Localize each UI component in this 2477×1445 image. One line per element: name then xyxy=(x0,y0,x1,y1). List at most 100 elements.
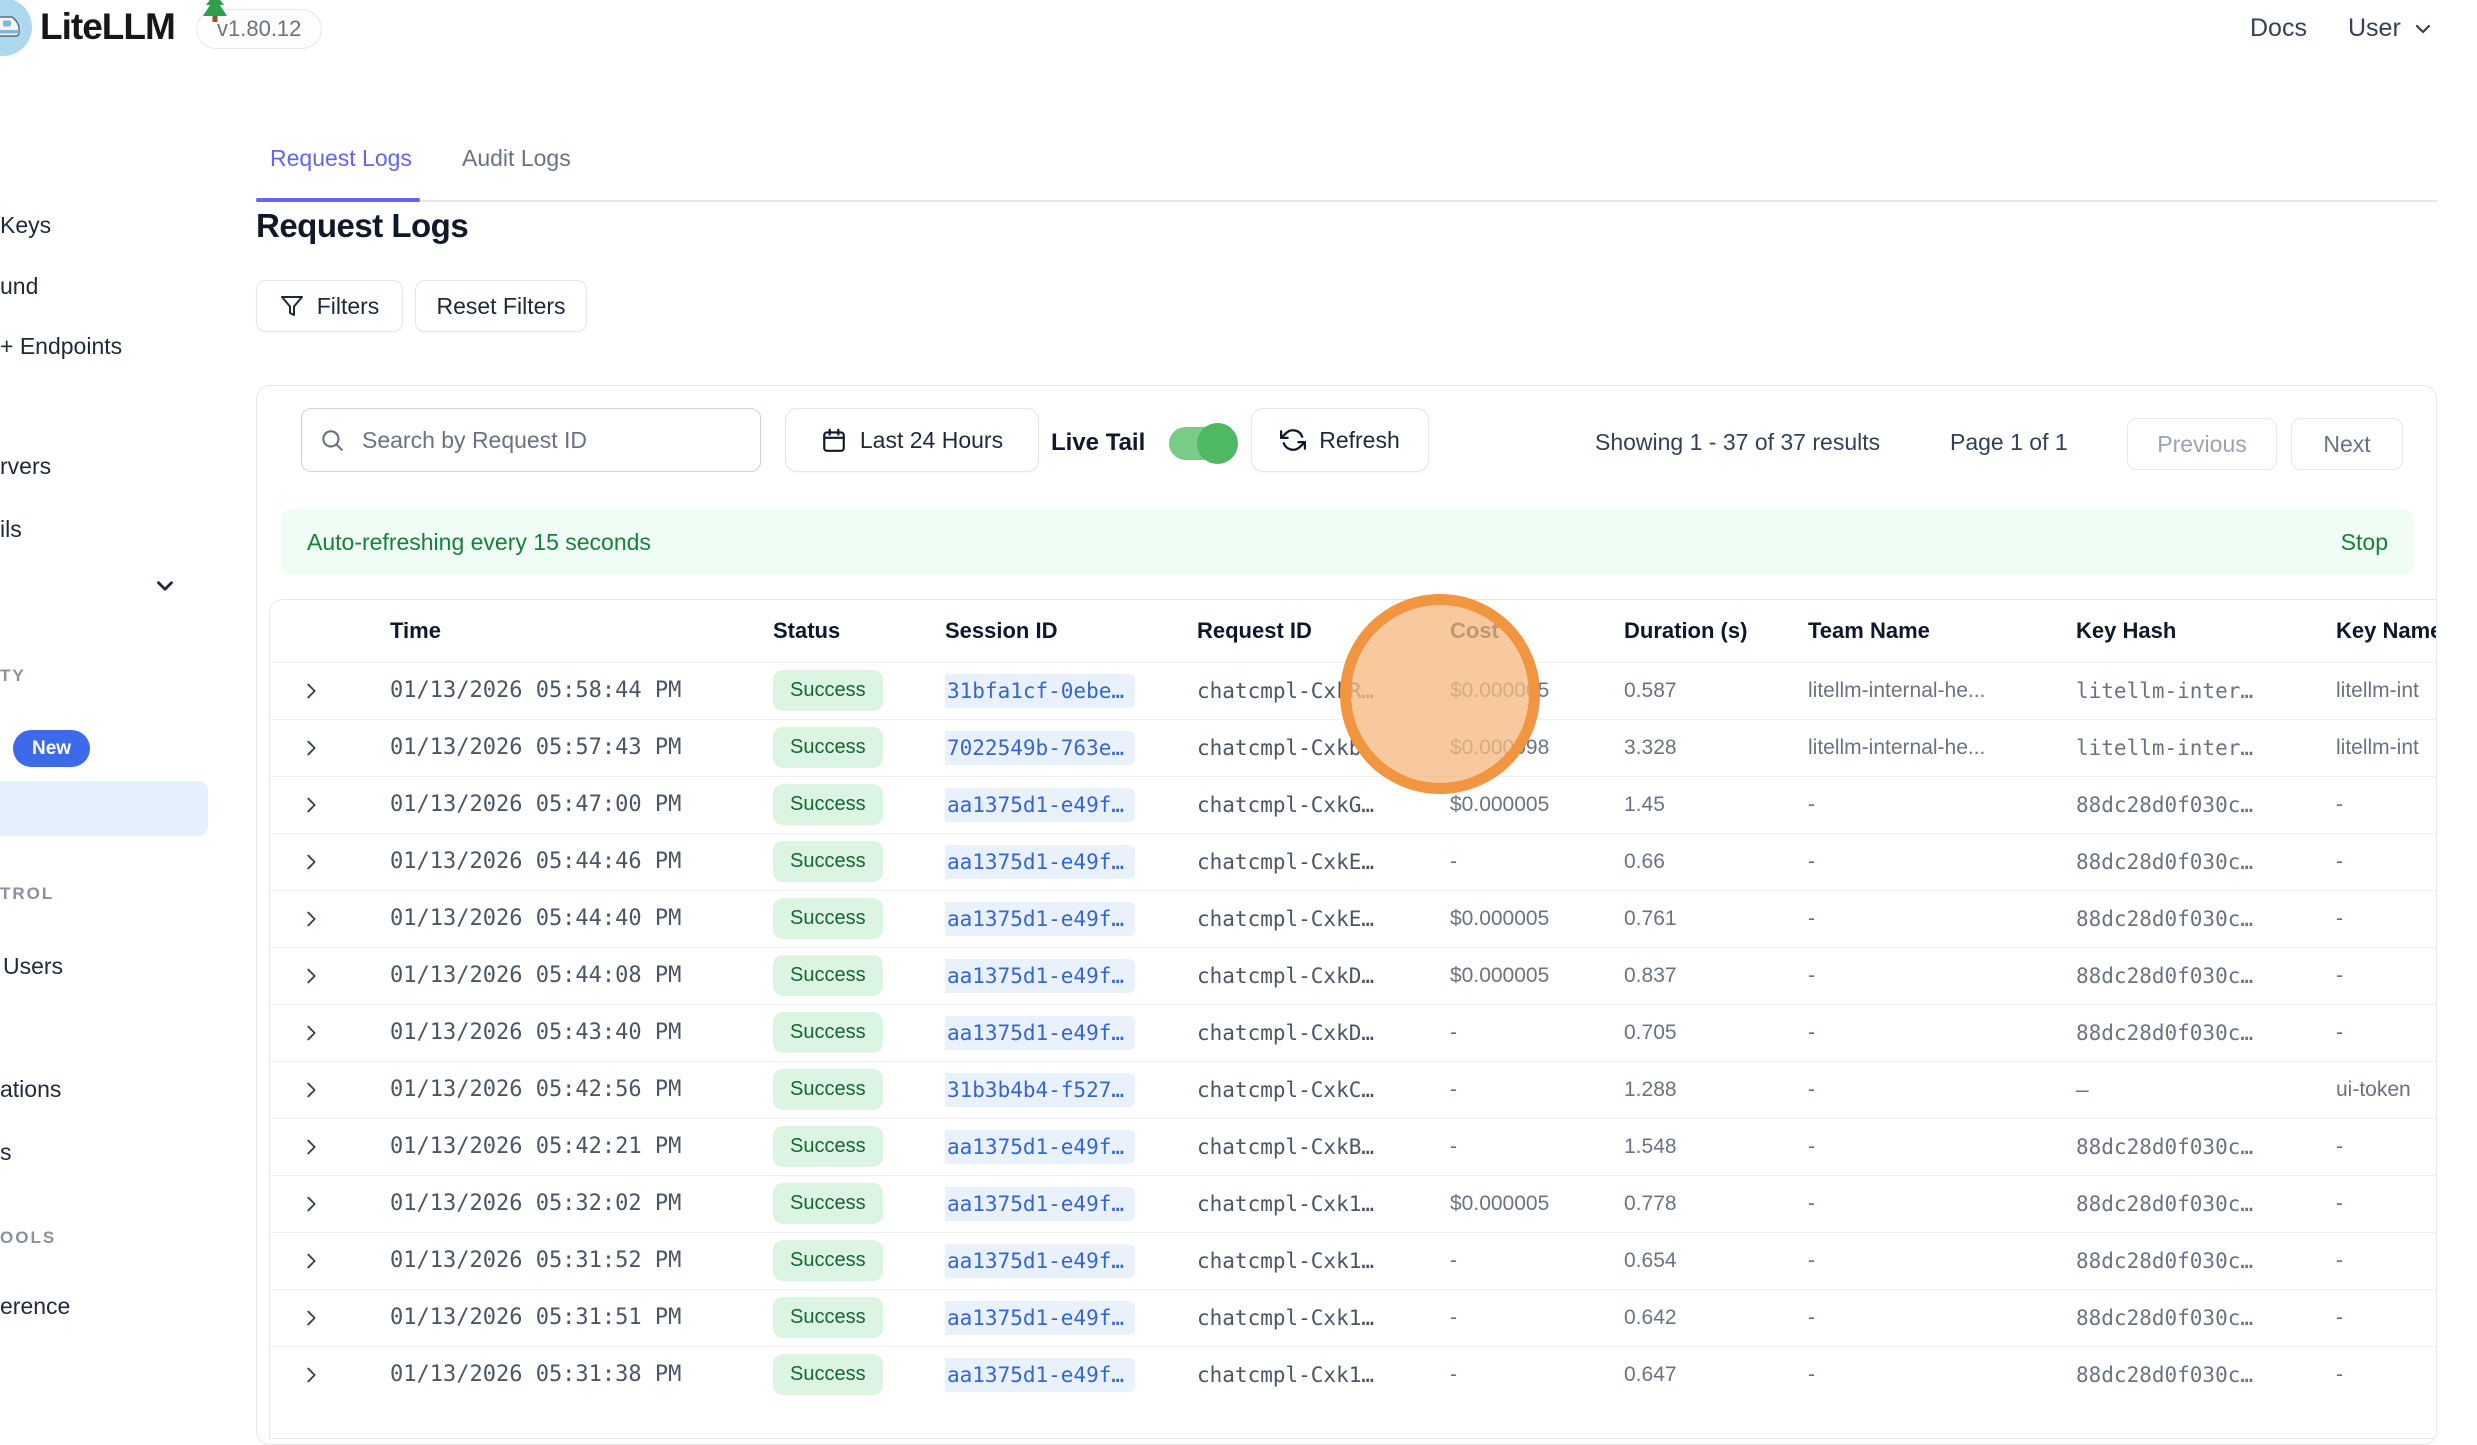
sidebar-item-models-endpoints[interactable]: + Endpoints xyxy=(0,333,122,360)
sidebar-item-teams[interactable]: s xyxy=(0,1139,12,1166)
reset-filters-button[interactable]: Reset Filters xyxy=(415,280,587,332)
session-id-link[interactable]: aa1375d1-e49f… xyxy=(945,1301,1135,1335)
sidebar-item-servers[interactable]: rvers xyxy=(0,453,51,480)
cell-key-hash: 88dc28d0f030c… xyxy=(2076,1118,2336,1175)
session-id-link[interactable]: aa1375d1-e49f… xyxy=(945,1130,1135,1164)
cell: Success xyxy=(773,890,945,947)
sidebar-item-guardrails[interactable]: ils xyxy=(0,516,22,543)
expand-chevron-icon[interactable] xyxy=(300,794,390,816)
auto-refresh-banner: Auto-refreshing every 15 seconds Stop xyxy=(281,509,2414,575)
table-row[interactable]: 01/13/2026 05:44:40 PMSuccessaa1375d1-e4… xyxy=(270,890,2437,947)
expand-chevron-icon[interactable] xyxy=(300,737,390,759)
cell-duration: 1.548 xyxy=(1624,1118,1808,1175)
expand-chevron-icon[interactable] xyxy=(300,1250,390,1272)
table-row[interactable]: 01/13/2026 05:43:40 PMSuccessaa1375d1-e4… xyxy=(270,1004,2437,1061)
session-id-link[interactable]: aa1375d1-e49f… xyxy=(945,845,1135,879)
session-id-link[interactable]: aa1375d1-e49f… xyxy=(945,902,1135,936)
table-row[interactable]: 01/13/2026 05:47:00 PMSuccessaa1375d1-e4… xyxy=(270,776,2437,833)
stop-auto-refresh-link[interactable]: Stop xyxy=(2341,529,2388,556)
search-input[interactable] xyxy=(301,408,761,472)
session-id-link[interactable]: aa1375d1-e49f… xyxy=(945,959,1135,993)
cell-time: 01/13/2026 05:47:00 PM xyxy=(390,776,773,833)
expand-chevron-icon[interactable] xyxy=(300,1022,390,1044)
expand-chevron-icon[interactable] xyxy=(300,680,390,702)
status-badge: Success xyxy=(773,1069,883,1110)
tab-audit-logs[interactable]: Audit Logs xyxy=(462,145,571,172)
table-row[interactable]: 01/13/2026 05:42:21 PMSuccessaa1375d1-e4… xyxy=(270,1118,2437,1175)
cell-cost: $0.000005 xyxy=(1450,776,1624,833)
sidebar-collapse-chevron-icon[interactable] xyxy=(152,573,178,599)
sidebar-item-users[interactable]: Users xyxy=(3,953,63,980)
filters-button[interactable]: Filters xyxy=(256,280,403,332)
cell-time: 01/13/2026 05:31:51 PM xyxy=(390,1289,773,1346)
expand-chevron-icon[interactable] xyxy=(300,908,390,930)
session-id-link[interactable]: aa1375d1-e49f… xyxy=(945,788,1135,822)
sidebar-item-logs-active[interactable] xyxy=(0,781,208,836)
table-row[interactable]: 01/13/2026 05:58:44 PMSuccess31bfa1cf-0e… xyxy=(270,662,2437,719)
table-row[interactable]: 01/13/2026 05:32:02 PMSuccessaa1375d1-e4… xyxy=(270,1175,2437,1232)
cell-request-id: chatcmpl-Cxk1… xyxy=(1197,1346,1450,1403)
cell-time: 01/13/2026 05:44:08 PM xyxy=(390,947,773,1004)
table-row[interactable]: 01/13/2026 05:31:52 PMSuccessaa1375d1-e4… xyxy=(270,1232,2437,1289)
session-id-link[interactable]: aa1375d1-e49f… xyxy=(945,1244,1135,1278)
session-id-link[interactable]: 31bfa1cf-0ebe… xyxy=(945,674,1135,708)
expand-chevron-icon[interactable] xyxy=(300,1193,390,1215)
table-row[interactable]: 01/13/2026 05:44:46 PMSuccessaa1375d1-e4… xyxy=(270,833,2437,890)
session-id-link[interactable]: aa1375d1-e49f… xyxy=(945,1016,1135,1050)
refresh-button[interactable]: Refresh xyxy=(1251,408,1429,472)
previous-page-button[interactable]: Previous xyxy=(2127,418,2277,470)
cell-request-id: chatcmpl-Cxk1… xyxy=(1197,1232,1450,1289)
table-row[interactable]: 01/13/2026 05:31:51 PMSuccessaa1375d1-e4… xyxy=(270,1289,2437,1346)
tab-request-logs[interactable]: Request Logs xyxy=(270,145,412,172)
cell-request-id: chatcmpl-Cxkb… xyxy=(1197,719,1450,776)
active-tab-underline xyxy=(256,198,420,202)
tabbar-divider xyxy=(256,200,2437,202)
expand-chevron-icon[interactable] xyxy=(300,851,390,873)
cell: Success xyxy=(773,1004,945,1061)
request-logs-table: TimeStatusSession IDRequest IDCostDurati… xyxy=(269,599,2437,1439)
cell: Success xyxy=(773,833,945,890)
cell-key-name: - xyxy=(2336,1346,2437,1403)
chevron-down-icon xyxy=(2411,17,2435,41)
time-range-label: Last 24 Hours xyxy=(860,427,1003,454)
cell-cost: $0.000005 xyxy=(1450,662,1624,719)
cell-key-name: - xyxy=(2336,1232,2437,1289)
cell-duration: 0.642 xyxy=(1624,1289,1808,1346)
nav-docs-link[interactable]: Docs xyxy=(2250,14,2307,43)
litellm-logo[interactable] xyxy=(0,0,32,56)
sidebar-item-virtual-keys[interactable]: Keys xyxy=(0,212,51,239)
time-range-button[interactable]: Last 24 Hours xyxy=(785,408,1039,472)
sidebar-item-reference[interactable]: erence xyxy=(0,1293,70,1320)
cell xyxy=(270,719,390,776)
cell-duration: 0.705 xyxy=(1624,1004,1808,1061)
cell: Success xyxy=(773,1175,945,1232)
sidebar-item-playground[interactable]: und xyxy=(0,273,38,300)
refresh-button-label: Refresh xyxy=(1319,427,1400,454)
sidebar-item-organizations[interactable]: ations xyxy=(0,1076,61,1103)
table-row[interactable]: 01/13/2026 05:57:43 PMSuccess7022549b-76… xyxy=(270,719,2437,776)
live-tail-toggle[interactable] xyxy=(1169,427,1235,460)
brand-title[interactable]: LiteLLM xyxy=(40,6,175,48)
session-id-link[interactable]: aa1375d1-e49f… xyxy=(945,1358,1135,1392)
refresh-icon xyxy=(1280,427,1306,453)
expand-chevron-icon[interactable] xyxy=(300,1364,390,1386)
table-row[interactable]: 01/13/2026 05:31:38 PMSuccessaa1375d1-e4… xyxy=(270,1346,2437,1403)
session-id-link[interactable]: 31b3b4b4-f527… xyxy=(945,1073,1135,1107)
table-row[interactable]: 01/13/2026 05:42:56 PMSuccess31b3b4b4-f5… xyxy=(270,1061,2437,1118)
expand-chevron-icon[interactable] xyxy=(300,1136,390,1158)
cell: aa1375d1-e49f… xyxy=(945,776,1197,833)
next-page-button[interactable]: Next xyxy=(2291,418,2403,470)
cell-key-hash: litellm-inter… xyxy=(2076,719,2336,776)
cell-key-name: - xyxy=(2336,890,2437,947)
cell-request-id: chatcmpl-CxkE… xyxy=(1197,833,1450,890)
user-menu[interactable]: User xyxy=(2348,14,2435,43)
expand-chevron-icon[interactable] xyxy=(300,1307,390,1329)
session-id-link[interactable]: 7022549b-763e… xyxy=(945,731,1135,765)
expand-chevron-icon[interactable] xyxy=(300,965,390,987)
table-body: 01/13/2026 05:58:44 PMSuccess31bfa1cf-0e… xyxy=(270,662,2437,1403)
status-badge: Success xyxy=(773,1240,883,1281)
table-row[interactable]: 01/13/2026 05:44:08 PMSuccessaa1375d1-e4… xyxy=(270,947,2437,1004)
cell-team-name: - xyxy=(1808,1289,2076,1346)
session-id-link[interactable]: aa1375d1-e49f… xyxy=(945,1187,1135,1221)
expand-chevron-icon[interactable] xyxy=(300,1079,390,1101)
